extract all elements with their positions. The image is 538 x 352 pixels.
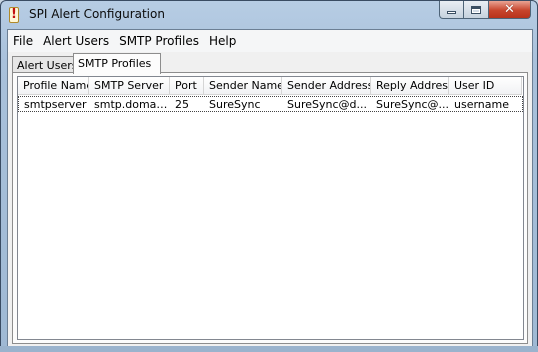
- tab-smtp-profiles[interactable]: SMTP Profiles: [73, 53, 161, 74]
- caption-buttons: ✕: [439, 1, 531, 19]
- cell-user-id: username: [454, 98, 509, 111]
- tab-alert-users[interactable]: Alert Users: [12, 56, 77, 73]
- column-header-sender-address[interactable]: Sender Address: [282, 77, 371, 95]
- smtp-profiles-list[interactable]: Profile Name SMTP Server Port Sender Nam…: [17, 76, 524, 340]
- title-bar[interactable]: ! SPI Alert Configuration ✕: [1, 1, 537, 29]
- cell-profile-name: smtpserver: [24, 98, 87, 111]
- cell-sender-name: SureSync: [209, 98, 261, 111]
- close-button[interactable]: ✕: [489, 1, 531, 19]
- window-bottom-border: [0, 346, 538, 352]
- maximize-button[interactable]: [464, 1, 489, 19]
- column-header-reply-address[interactable]: Reply Address: [371, 77, 449, 95]
- column-header-profile-name[interactable]: Profile Name: [18, 77, 89, 95]
- window-title: SPI Alert Configuration: [29, 7, 165, 21]
- menu-help[interactable]: Help: [204, 30, 241, 52]
- minimize-icon: [447, 11, 456, 14]
- close-icon: ✕: [504, 2, 515, 17]
- menu-alert-users[interactable]: Alert Users: [38, 30, 114, 52]
- maximize-icon: [471, 5, 481, 14]
- column-header-port[interactable]: Port: [170, 77, 204, 95]
- menu-file[interactable]: File: [8, 30, 38, 52]
- alert-exclamation-icon[interactable]: !: [9, 7, 19, 23]
- column-header-smtp-server[interactable]: SMTP Server: [89, 77, 170, 95]
- table-row[interactable]: smtpserver smtp.domain... 25 SureSync Su…: [18, 96, 523, 112]
- cell-smtp-server: smtp.domain...: [94, 98, 170, 111]
- list-header: Profile Name SMTP Server Port Sender Nam…: [18, 77, 522, 95]
- app-window: ! SPI Alert Configuration ✕ File Alert U…: [0, 0, 538, 352]
- menu-smtp-profiles[interactable]: SMTP Profiles: [114, 30, 204, 52]
- minimize-button[interactable]: [439, 1, 464, 19]
- column-header-user-id[interactable]: User ID: [449, 77, 522, 95]
- cell-reply-address: SureSync@...: [376, 98, 449, 111]
- column-header-sender-name[interactable]: Sender Name: [204, 77, 282, 95]
- cell-port: 25: [175, 98, 189, 111]
- cell-sender-address: SureSync@d...: [287, 98, 367, 111]
- client-area: File Alert Users SMTP Profiles Help Aler…: [7, 29, 533, 347]
- smtp-profiles-panel: Profile Name SMTP Server Port Sender Nam…: [12, 72, 528, 344]
- menu-bar: File Alert Users SMTP Profiles Help: [8, 30, 532, 52]
